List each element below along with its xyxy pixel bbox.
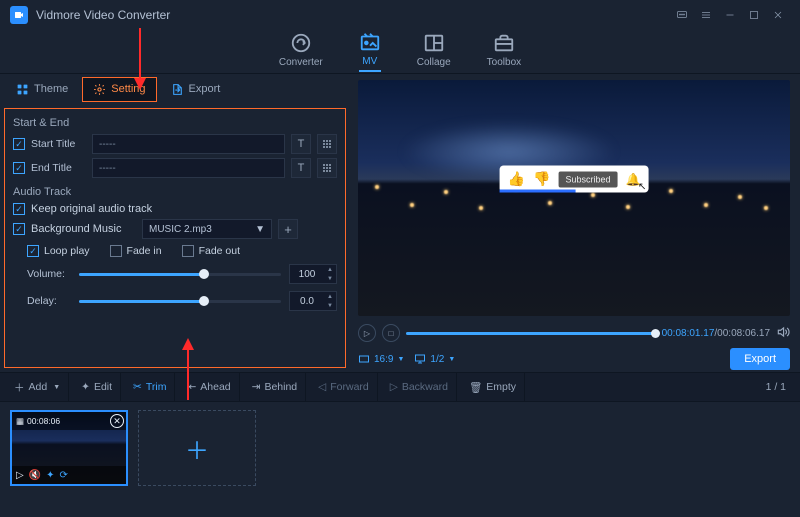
section-audio-track: Audio Track	[13, 186, 337, 198]
plus-icon: ＋	[14, 380, 25, 395]
toolbar-edit[interactable]: ✦Edit	[73, 373, 121, 401]
clip-star-icon[interactable]: ✦	[46, 470, 54, 481]
gear-icon	[93, 83, 106, 96]
clip-remove-button[interactable]: ✕	[110, 414, 124, 428]
stop-button[interactable]: □	[382, 324, 400, 342]
subtab-export[interactable]: Export	[161, 78, 231, 101]
close-button[interactable]	[766, 3, 790, 27]
wand-icon: ✦	[81, 381, 90, 393]
app-logo-icon	[10, 6, 28, 24]
add-clip-button[interactable]: ＋	[138, 410, 256, 486]
toolbar-backward[interactable]: ▷Backward	[382, 373, 457, 401]
slider-delay[interactable]	[79, 295, 281, 307]
export-button[interactable]: Export	[730, 348, 790, 370]
checkbox-keep-audio[interactable]	[13, 203, 25, 215]
text-grid-button[interactable]	[317, 134, 337, 154]
export-icon	[171, 83, 184, 96]
label-keep-audio: Keep original audio track	[31, 203, 152, 215]
tab-mv[interactable]: MV	[359, 31, 381, 72]
annotation-arrow-bottom	[180, 338, 196, 400]
film-icon: ▦	[16, 416, 24, 427]
subtab-theme[interactable]: Theme	[6, 78, 78, 101]
clip-play-icon[interactable]: ▷	[16, 470, 24, 481]
checkbox-fadein[interactable]	[110, 245, 122, 257]
text-grid-button-2[interactable]	[317, 158, 337, 178]
app-title: Vidmore Video Converter	[36, 8, 170, 22]
thumbs-up-icon: 👍	[508, 171, 525, 188]
checkbox-start-title[interactable]	[13, 138, 25, 150]
text-style-button-2[interactable]: T	[291, 158, 311, 178]
tab-collage[interactable]: Collage	[417, 32, 451, 71]
settings-panel: Start & End Start Title T End Title T Au…	[4, 108, 346, 368]
toolbar-behind[interactable]: ⇥Behind	[244, 373, 307, 401]
section-start-end: Start & End	[13, 117, 337, 129]
tab-toolbox[interactable]: Toolbox	[487, 32, 521, 71]
aspect-dropdown[interactable]: 16:9▼	[358, 353, 404, 365]
tab-converter[interactable]: Converter	[279, 32, 323, 71]
volume-icon[interactable]	[776, 325, 790, 342]
bell-icon: 🔔↖	[625, 172, 640, 186]
seek-bar[interactable]	[406, 332, 656, 335]
stepper-delay[interactable]: 0.0 ▲▼	[289, 291, 337, 311]
toolbox-icon	[493, 32, 515, 54]
grid-icon	[16, 83, 29, 96]
collage-icon	[423, 32, 445, 54]
clip-thumbnail[interactable]: ▦ 00:08:06 ✕ ▷ 🔇 ✦ ⟳	[10, 410, 128, 486]
clip-duration: 00:08:06	[27, 416, 60, 426]
text-style-button[interactable]: T	[291, 134, 311, 154]
label-bg-music: Background Music	[31, 223, 136, 235]
clip-mute-icon[interactable]: 🔇	[29, 470, 41, 481]
label-volume: Volume:	[27, 268, 71, 280]
toolbar-empty[interactable]: 🗑Empty	[461, 373, 525, 401]
input-end-title[interactable]	[92, 158, 285, 178]
scale-dropdown[interactable]: 1/2▼	[414, 353, 455, 365]
stepper-volume[interactable]: 100 ▲▼	[289, 264, 337, 284]
checkbox-loop[interactable]	[27, 245, 39, 257]
subscribe-overlay: 👍 👎 Subscribed 🔔↖	[500, 166, 649, 193]
add-music-button[interactable]: +	[278, 219, 298, 239]
pager: 1 / 1	[758, 381, 794, 393]
toolbar-trim[interactable]: ✂Trim	[125, 373, 175, 401]
label-start-title: Start Title	[31, 138, 86, 150]
minimize-button[interactable]	[718, 3, 742, 27]
slider-volume[interactable]	[79, 268, 281, 280]
play-button[interactable]: ▷	[358, 324, 376, 342]
label-end-title: End Title	[31, 162, 86, 174]
mv-icon	[359, 31, 381, 53]
label-delay: Delay:	[27, 295, 71, 307]
time-total: 00:08:06.17	[717, 328, 770, 339]
clip-link-icon[interactable]: ⟳	[60, 470, 68, 481]
scissors-icon: ✂	[133, 381, 142, 393]
cursor-icon: ↖	[638, 181, 646, 192]
checkbox-end-title[interactable]	[13, 162, 25, 174]
toolbar-forward[interactable]: ◁Forward	[310, 373, 378, 401]
subscribed-pill: Subscribed	[558, 171, 617, 187]
menu-icon[interactable]	[694, 3, 718, 27]
arrow-left-icon: ◁	[318, 381, 326, 393]
video-preview[interactable]: 👍 👎 Subscribed 🔔↖	[358, 80, 790, 316]
checkbox-fadeout[interactable]	[182, 245, 194, 257]
checkbox-bg-music[interactable]	[13, 223, 25, 235]
dropdown-bg-music[interactable]: MUSIC 2.mp3 ▼	[142, 219, 272, 239]
trash-icon: 🗑	[469, 381, 482, 394]
feedback-icon[interactable]	[670, 3, 694, 27]
converter-icon	[290, 32, 312, 54]
toolbar-add[interactable]: ＋Add▼	[6, 373, 69, 401]
bar-right-icon: ⇥	[252, 381, 261, 393]
monitor-icon	[414, 353, 426, 365]
time-current: 00:08:01.17	[662, 328, 715, 339]
maximize-button[interactable]	[742, 3, 766, 27]
aspect-icon	[358, 353, 370, 365]
thumbs-down-icon: 👎	[533, 171, 550, 188]
arrow-right-icon: ▷	[390, 381, 398, 393]
annotation-arrow-top	[132, 28, 148, 90]
input-start-title[interactable]	[92, 134, 285, 154]
chevron-down-icon: ▼	[255, 224, 265, 235]
